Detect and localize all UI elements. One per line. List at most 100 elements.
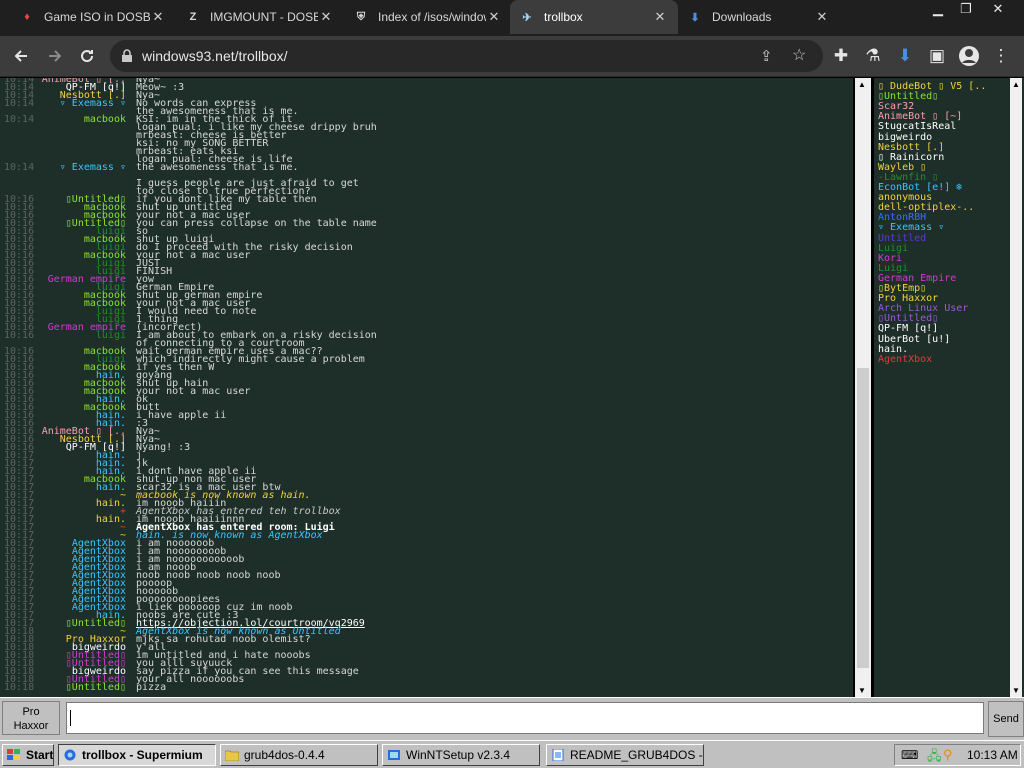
user-list-item[interactable]: bigweirdo [878, 132, 932, 143]
reload-button[interactable] [74, 43, 100, 69]
chat-message-row: 10:17 ~ hain. is now known as AgentXbox [0, 531, 853, 541]
scrollbar-thumb[interactable] [857, 368, 869, 668]
close-window-button[interactable]: ✕ [982, 0, 1014, 18]
chat-message-row: 10:14 ▿ Exemass ▿ the awesomeness that is … [0, 163, 853, 173]
scroll-up-icon[interactable]: ▲ [858, 80, 866, 89]
chat-message-row: 10:16 macbook butt [0, 403, 853, 413]
chat-message-row: 10:17 AgentXbox i am nooob [0, 563, 853, 573]
profile-avatar-icon[interactable] [956, 43, 982, 69]
tab-imgmount[interactable]: Z IMGMOUNT - DOSBox ✕ [176, 0, 344, 34]
taskbar-item-grub4dos[interactable]: grub4dos-0.4.4 [220, 744, 378, 766]
user-list-item[interactable]: QP-FM [q!] [878, 324, 938, 334]
taskbar-item-winntsetup[interactable]: WinNTSetup v2.3.4 [382, 744, 540, 766]
start-button[interactable]: Start [2, 744, 54, 766]
chat-message-row: 10:16 luigi German Empire [0, 283, 853, 293]
close-icon[interactable]: ✕ [814, 9, 830, 25]
message-nickname[interactable]: ▿ Exemass ▿ [60, 99, 126, 109]
tab-title: Downloads [712, 10, 772, 24]
chat-message-row: 10:18 Pro Haxxor mjks sa rohutad noob olem… [0, 635, 853, 645]
download-progress-icon[interactable]: ⬇ [892, 43, 918, 69]
message-nickname[interactable]: ▯Untitled▯ [66, 683, 126, 693]
chat-message-row: 10:14 QP-FM [q!] Meow~ :3 [0, 83, 853, 93]
keyboard-icon[interactable]: ⌨ [901, 748, 918, 762]
chat-message-row: 10:17 hain. scar32 is a mac user btw [0, 483, 853, 493]
taskbar-item-readme[interactable]: README_GRUB4DOS -... [546, 744, 704, 766]
taskbar-item-label: trollbox - Supermium [82, 748, 203, 762]
user-list-item[interactable]: Untitled [878, 233, 926, 244]
nickname-line1: Pro [22, 706, 40, 718]
tab-title: Index of /isos/windows [378, 10, 486, 24]
menu-kebab-icon[interactable]: ⋮ [988, 43, 1014, 69]
taskbar-item-label: grub4dos-0.4.4 [244, 748, 325, 762]
message-nickname[interactable]: ▯Untitled▯ [66, 619, 126, 629]
tab-title: trollbox [544, 10, 583, 24]
message-text: your not a mac user [136, 386, 251, 397]
setup-app-icon [388, 750, 400, 760]
start-label: Start [26, 748, 54, 762]
tab-index-isos[interactable]: ⛨ Index of /isos/windows ✕ [344, 0, 512, 34]
labs-flask-icon[interactable]: ⚗ [860, 43, 886, 69]
chat-message-row: 10:16 luigi I am about to embark on a risk… [0, 331, 853, 341]
userlist-scrollbar[interactable]: ▲ ▼ [1010, 78, 1022, 697]
chat-message-row: 10:16 AnimeBot ▯ [.. Nya~ [0, 427, 853, 437]
star-icon[interactable]: ☆ [792, 45, 806, 65]
chat-message-row: 10:17 + AgentXbox has entered teh trollbox [0, 507, 853, 517]
user-list-item[interactable]: StugcatIsReal [878, 122, 956, 132]
close-icon[interactable]: ✕ [150, 9, 166, 25]
chat-message-row: 10:16 macbook your not a mac user [0, 251, 853, 261]
chat-message-row: 10:16 German empire yow [0, 275, 853, 285]
extensions-icon[interactable]: ✚ [828, 43, 854, 69]
chat-message-row: 10:16 macbook if yes then W [0, 363, 853, 373]
taskbar: Start trollbox - Supermium grub4dos-0.4.… [0, 740, 1024, 768]
taskbar-item-trollbox[interactable]: trollbox - Supermium [58, 744, 216, 766]
restore-button[interactable]: ❐ [950, 0, 982, 18]
clock[interactable]: 10:13 AM [967, 748, 1018, 762]
taskbar-item-label: WinNTSetup v2.3.4 [406, 748, 511, 762]
user-list-item[interactable]: ▿ Exemass ▿ [878, 223, 944, 233]
chat-message-row: 10:17 AgentXbox i am nooooooooooob [0, 555, 853, 565]
message-timestamp: 10:18 [4, 682, 35, 693]
message-nickname[interactable]: ▿ Exemass ▿ [60, 163, 126, 173]
close-icon[interactable]: ✕ [318, 9, 334, 25]
user-list-item[interactable]: AgentXbox [878, 354, 932, 365]
nickname-line2: Haxxor [13, 720, 49, 732]
chat-message-row: 10:16 macbook shut up german empire [0, 291, 853, 301]
close-icon[interactable]: ✕ [652, 9, 668, 25]
chat-message-row: 10:16 macbook shut up luigi [0, 235, 853, 245]
chat-message-row: 10:18 ▯Untitled▯ you alll suyuuck [0, 659, 853, 669]
address-bar[interactable]: windows93.net/trollbox/ ⇪ ☆ [110, 40, 823, 72]
tab-title: IMGMOUNT - DOSBox [210, 10, 318, 24]
chat-message-row: 10:14 macbook KSI: im in the thick of it [0, 115, 853, 125]
send-button[interactable]: Send [988, 701, 1024, 737]
scroll-up-icon[interactable]: ▲ [1012, 80, 1020, 89]
user-list-item[interactable]: UberBot [u!] [878, 334, 950, 345]
nickname-button[interactable]: Pro Haxxor [2, 701, 60, 735]
chat-message-row: 10:18 ~ AgentXbox is now known as Untitled [0, 627, 853, 637]
forward-button[interactable] [42, 43, 68, 69]
scroll-down-icon[interactable]: ▼ [858, 686, 866, 695]
chat-message-input[interactable] [66, 702, 984, 734]
chat-message-row: 10:17 hain. j [0, 451, 853, 461]
chat-scrollbar[interactable]: ▲ ▼ [855, 78, 871, 697]
tab-downloads[interactable]: ⬇ Downloads ✕ [678, 0, 840, 34]
close-icon[interactable]: ✕ [486, 9, 502, 25]
network-icon[interactable]: 🖧 [927, 747, 942, 768]
share-icon[interactable]: ⇪ [760, 47, 773, 65]
archive-icon: ⛨ [356, 10, 366, 23]
tab-trollbox[interactable]: ✈ trollbox ✕ [510, 0, 678, 34]
chat-message-row: ksi: no my SONG BETTER [0, 139, 853, 149]
search-icon[interactable]: ⚲ [943, 747, 953, 763]
message-text: i have apple ii [136, 410, 227, 421]
taskbar-item-label: README_GRUB4DOS -... [570, 748, 704, 762]
scroll-down-icon[interactable]: ▼ [1012, 686, 1020, 695]
chat-message-row: 10:17 hain. im nooob haaiiinnn [0, 515, 853, 525]
chat-message-row: 10:17 AgentXbox i am noooooooob [0, 547, 853, 557]
side-panel-icon[interactable]: ▣ [924, 43, 950, 69]
chat-message-row: 10:16 macbook wait german empire uses a ma… [0, 347, 853, 357]
chat-message-row: mrbeast: eats ksi [0, 147, 853, 157]
message-nickname[interactable]: macbook [84, 115, 126, 125]
chat-message-row: 10:14 Nesbott [.] Nya~ [0, 91, 853, 101]
message-nickname[interactable]: luigi [96, 331, 126, 341]
tab-game-iso[interactable]: ♦ Game ISO in DOSBox ✕ [10, 0, 176, 34]
back-button[interactable] [8, 43, 34, 69]
